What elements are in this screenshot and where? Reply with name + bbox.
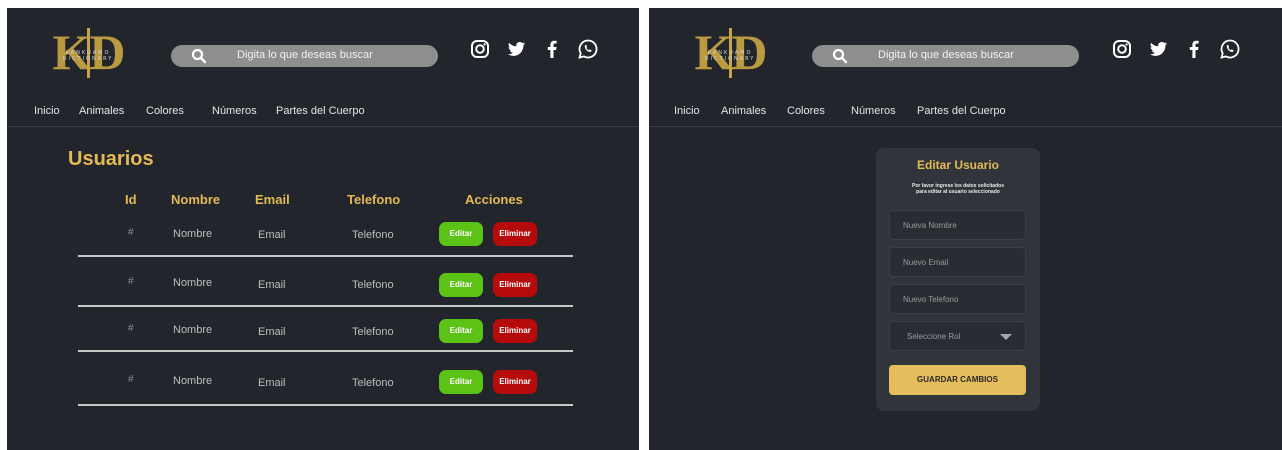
- row-email: Email: [258, 229, 286, 241]
- row-divider: [78, 255, 573, 257]
- name-placeholder: Nueva Nombre: [903, 221, 957, 230]
- row-id: #: [128, 323, 134, 334]
- row-phone: Telefono: [352, 377, 394, 389]
- column-header-actions: Acciones: [465, 192, 523, 207]
- delete-button[interactable]: Eliminar: [493, 222, 537, 246]
- instagram-icon[interactable]: [469, 38, 491, 60]
- name-field[interactable]: Nueva Nombre: [889, 210, 1026, 240]
- phone-placeholder: Nuevo Telefono: [903, 295, 959, 304]
- chevron-down-icon: [1000, 334, 1012, 340]
- row-phone: Telefono: [352, 326, 394, 338]
- social-links: [469, 38, 599, 60]
- nav-item-inicio[interactable]: Inicio: [34, 105, 60, 117]
- edit-button[interactable]: Editar: [439, 273, 483, 297]
- logo-subtitle-2: DICTIONARY: [704, 56, 756, 62]
- twitter-icon[interactable]: [505, 38, 527, 60]
- nav-divider: [7, 126, 639, 127]
- row-id: #: [128, 227, 134, 238]
- main-nav: Inicio Animales Colores Números Partes d…: [7, 105, 639, 127]
- search-placeholder: Digita lo que deseas buscar: [878, 49, 1014, 61]
- logo[interactable]: KD KANKUAMO DICTIONARY: [40, 22, 136, 84]
- social-links: [1111, 38, 1241, 60]
- column-header-phone: Telefono: [347, 192, 401, 207]
- search-placeholder: Digita lo que deseas buscar: [237, 49, 373, 61]
- edit-button[interactable]: Editar: [439, 319, 483, 343]
- page-title: Usuarios: [68, 148, 154, 170]
- search-icon: [191, 48, 207, 64]
- row-name: Nombre: [173, 228, 213, 240]
- row-name: Nombre: [173, 277, 213, 289]
- form-title: Editar Usuario: [916, 158, 1000, 172]
- nav-item-inicio[interactable]: Inicio: [674, 105, 700, 117]
- row-email: Email: [258, 279, 286, 291]
- row-divider: [78, 404, 573, 406]
- email-field[interactable]: Nuevo Email: [889, 247, 1026, 277]
- row-phone: Telefono: [352, 279, 394, 291]
- phone-field[interactable]: Nuevo Telefono: [889, 284, 1026, 314]
- row-email: Email: [258, 377, 286, 389]
- search-bar[interactable]: Digita lo que deseas buscar: [812, 45, 1079, 67]
- row-email: Email: [258, 326, 286, 338]
- nav-item-partes-del-cuerpo[interactable]: Partes del Cuerpo: [276, 105, 365, 117]
- nav-item-colores[interactable]: Colores: [146, 105, 184, 117]
- whatsapp-icon[interactable]: [1219, 38, 1241, 60]
- main-nav: Inicio Animales Colores Números Partes d…: [649, 105, 1282, 127]
- form-description: Por favor ingrese los datos solicitados …: [886, 183, 1030, 195]
- nav-item-numeros[interactable]: Números: [212, 105, 257, 117]
- search-bar[interactable]: Digita lo que deseas buscar: [171, 45, 438, 67]
- facebook-icon[interactable]: [1183, 38, 1205, 60]
- delete-button[interactable]: Eliminar: [493, 370, 537, 394]
- row-id: #: [128, 374, 134, 385]
- column-header-name: Nombre: [171, 192, 221, 207]
- nav-item-numeros[interactable]: Números: [851, 105, 896, 117]
- nav-item-colores[interactable]: Colores: [787, 105, 825, 117]
- instagram-icon[interactable]: [1111, 38, 1133, 60]
- users-screen: KD KANKUAMO DICTIONARY Digita lo que des…: [7, 8, 639, 450]
- row-name: Nombre: [173, 324, 213, 336]
- nav-item-partes-del-cuerpo[interactable]: Partes del Cuerpo: [917, 105, 1006, 117]
- row-divider: [78, 350, 573, 352]
- form-description-line: para editar al usuario seleccionado: [916, 189, 1000, 195]
- nav-item-animales[interactable]: Animales: [79, 105, 124, 117]
- edit-button[interactable]: Editar: [439, 222, 483, 246]
- role-placeholder: Seleccione Rol: [907, 332, 961, 341]
- delete-button[interactable]: Eliminar: [493, 319, 537, 343]
- search-icon: [832, 48, 848, 64]
- edit-user-screen: KD KANKUAMO DICTIONARY Digita lo que des…: [649, 8, 1282, 450]
- row-divider: [78, 305, 573, 307]
- edit-user-card: Editar Usuario Por favor ingrese los dat…: [876, 148, 1040, 411]
- whatsapp-icon[interactable]: [577, 38, 599, 60]
- logo[interactable]: KD KANKUAMO DICTIONARY: [682, 22, 778, 84]
- row-phone: Telefono: [352, 229, 394, 241]
- email-placeholder: Nuevo Email: [903, 258, 949, 267]
- row-id: #: [128, 276, 134, 287]
- nav-item-animales[interactable]: Animales: [721, 105, 766, 117]
- twitter-icon[interactable]: [1147, 38, 1169, 60]
- row-name: Nombre: [173, 375, 213, 387]
- nav-divider: [649, 126, 1282, 127]
- save-changes-button[interactable]: GUARDAR CAMBIOS: [889, 365, 1026, 395]
- column-header-id: Id: [125, 192, 137, 207]
- facebook-icon[interactable]: [541, 38, 563, 60]
- role-select[interactable]: Seleccione Rol: [889, 321, 1026, 351]
- edit-button[interactable]: Editar: [439, 370, 483, 394]
- column-header-email: Email: [255, 192, 290, 207]
- logo-subtitle-2: DICTIONARY: [62, 56, 114, 62]
- delete-button[interactable]: Eliminar: [493, 273, 537, 297]
